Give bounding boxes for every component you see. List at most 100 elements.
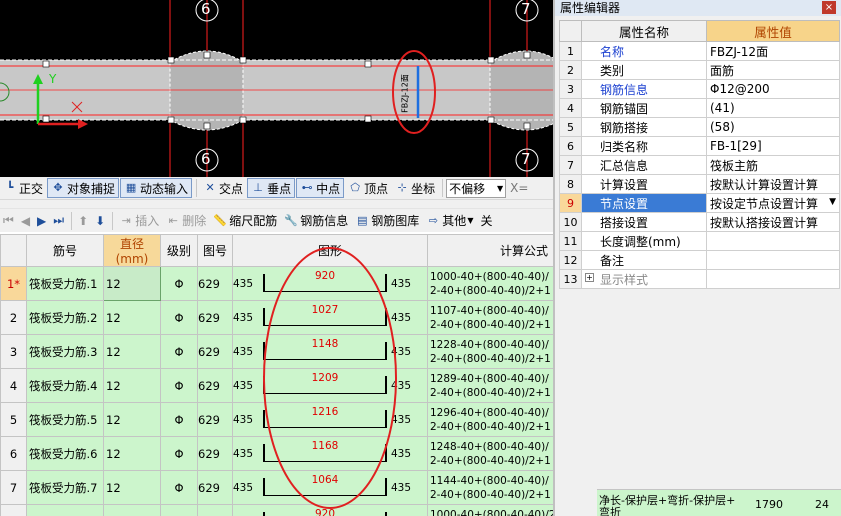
property-row[interactable]: 4 钢筋锚固 (41) (559, 98, 840, 118)
ortho-button[interactable]: ┗ 正交 (0, 178, 46, 198)
figure-number-cell[interactable]: 629 (197, 504, 233, 516)
formula-cell[interactable]: 1144-40+(800-40-40)/2-40+(800-40-40)/2+1 (427, 470, 560, 505)
grade-cell[interactable]: Φ (160, 436, 198, 471)
bar-name-cell[interactable]: 筏板受力筋.7 (26, 470, 104, 505)
property-value-cell[interactable] (706, 250, 840, 270)
bar-name-cell[interactable]: 筏板受力筋.3 (26, 334, 104, 369)
expand-icon[interactable]: + (585, 272, 594, 282)
table-row[interactable]: 8筏板受力筋.812Φ6294359204351000-40+(800-40-4… (0, 504, 560, 516)
row-number[interactable]: 8 (0, 504, 27, 516)
property-row[interactable]: 1 名称 FBZJ-12面 (559, 41, 840, 61)
chevron-down-icon[interactable]: ▼ (829, 197, 836, 207)
property-name-cell[interactable]: 备注 (581, 250, 707, 270)
first-record-icon[interactable]: ⏮ (0, 211, 17, 231)
property-name-cell[interactable]: 钢筋信息 (581, 79, 707, 99)
formula-cell[interactable]: 1000-40+(800-40-40)/2+150/2-40+(800-40-4… (427, 504, 560, 516)
grade-cell[interactable]: Φ (160, 300, 198, 335)
perpendicular-button[interactable]: ⊥ 垂点 (247, 178, 296, 198)
header-formula[interactable]: 计算公式 (427, 234, 560, 267)
property-row[interactable]: 13 + 显示样式 (559, 269, 840, 289)
move-down-icon[interactable]: ⬇ (92, 211, 108, 231)
insert-button[interactable]: ⇥ 插入 (116, 211, 162, 231)
table-row[interactable]: 1* 筏板受力筋.1 12 Φ 629 435 920 435 1000-40+(800-40-… (0, 266, 560, 301)
bar-name-cell[interactable]: 筏板受力筋.2 (26, 300, 104, 335)
property-value-cell[interactable]: FBZJ-12面 (706, 41, 840, 61)
offset-select[interactable]: 不偏移 ▼ (446, 178, 507, 198)
last-record-icon[interactable]: ⏭ (50, 211, 67, 231)
diameter-cell[interactable]: 12 (103, 266, 161, 301)
snap-button[interactable]: ✥ 对象捕捉 (47, 178, 120, 198)
rebar-library-button[interactable]: ▤ 钢筋图库 (352, 211, 422, 231)
figure-number-cell[interactable]: 629 (197, 436, 233, 471)
grade-cell[interactable]: Φ (160, 266, 198, 301)
shape-cell[interactable]: 435 1209 435 (232, 368, 428, 403)
property-row[interactable]: 2 类别 面筋 (559, 60, 840, 80)
header-grade[interactable]: 级别 (160, 234, 198, 267)
bar-name-cell[interactable]: 筏板受力筋.4 (26, 368, 104, 403)
formula-cell[interactable]: 1000-40+(800-40-40)/2-40+(800-40-40)/2+1 (427, 266, 560, 301)
property-row[interactable]: 6 归类名称 FB-1[29] (559, 136, 840, 156)
grade-cell[interactable]: Φ (160, 504, 198, 516)
property-name-cell[interactable]: 钢筋锚固 (581, 98, 707, 118)
property-row[interactable]: 12 备注 (559, 250, 840, 270)
property-value-cell[interactable]: 面筋 (706, 60, 840, 80)
rebar-info-button[interactable]: 🔧 钢筋信息 (281, 211, 351, 231)
row-number[interactable]: 1* (0, 266, 27, 301)
figure-number-cell[interactable]: 629 (197, 470, 233, 505)
grade-cell[interactable]: Φ (160, 470, 198, 505)
property-row[interactable]: 3 钢筋信息 Φ12@200 (559, 79, 840, 99)
property-name-cell[interactable]: 长度调整(mm) (581, 231, 707, 251)
bar-name-cell[interactable]: 筏板受力筋.6 (26, 436, 104, 471)
property-row[interactable]: 9 节点设置 按设定节点设置计算 ▼ (559, 193, 840, 213)
row-number[interactable]: 3 (0, 334, 27, 369)
property-name-cell[interactable]: 类别 (581, 60, 707, 80)
figure-number-cell[interactable]: 629 (197, 334, 233, 369)
formula-cell[interactable]: 1228-40+(800-40-40)/2-40+(800-40-40)/2+1 (427, 334, 560, 369)
diameter-cell[interactable]: 12 (103, 436, 161, 471)
dynamic-input-button[interactable]: ▦ 动态输入 (120, 178, 193, 198)
grade-cell[interactable]: Φ (160, 402, 198, 437)
other-menu-button[interactable]: ⇨ 其他 ▼ (423, 211, 476, 231)
diameter-cell[interactable]: 12 (103, 402, 161, 437)
table-row[interactable]: 3 筏板受力筋.3 12 Φ 629 435 1148 435 1228-40+(800-40-… (0, 334, 560, 369)
property-value-cell[interactable]: 筏板主筋 (706, 155, 840, 175)
grade-cell[interactable]: Φ (160, 368, 198, 403)
figure-number-cell[interactable]: 629 (197, 266, 233, 301)
shape-cell[interactable]: 435 1168 435 (232, 436, 428, 471)
table-row[interactable]: 5 筏板受力筋.5 12 Φ 629 435 1216 435 1296-40+(800-40-… (0, 402, 560, 437)
delete-button[interactable]: ⇤ 删除 (163, 211, 209, 231)
move-up-icon[interactable]: ⬆ (75, 211, 91, 231)
row-number[interactable]: 6 (0, 436, 27, 471)
table-row[interactable]: 7 筏板受力筋.7 12 Φ 629 435 1064 435 1144-40+(800-40-… (0, 470, 560, 505)
diameter-cell[interactable]: 12 (103, 300, 161, 335)
row-number[interactable]: 5 (0, 402, 27, 437)
bar-name-cell[interactable]: 筏板受力筋.5 (26, 402, 104, 437)
property-value-cell[interactable]: (41) (706, 98, 840, 118)
table-row[interactable]: 2 筏板受力筋.2 12 Φ 629 435 1027 435 1107-40+(800-40-… (0, 300, 560, 335)
property-value-cell[interactable]: 按默认计算设置计算 (706, 174, 840, 194)
close-grid-button[interactable]: 关 (477, 211, 495, 231)
property-value-cell[interactable]: (58) (706, 117, 840, 137)
property-value-cell[interactable]: 按设定节点设置计算 ▼ (706, 193, 840, 213)
property-name-cell[interactable]: 汇总信息 (581, 155, 707, 175)
property-name-cell[interactable]: 计算设置 (581, 174, 707, 194)
property-name-cell[interactable]: 节点设置 (581, 193, 707, 213)
figure-number-cell[interactable]: 629 (197, 402, 233, 437)
shape-cell[interactable]: 435 1148 435 (232, 334, 428, 369)
property-value-cell[interactable] (706, 269, 840, 289)
property-name-cell[interactable]: 名称 (581, 41, 707, 61)
shape-cell[interactable]: 435 1216 435 (232, 402, 428, 437)
property-row[interactable]: 11 长度调整(mm) (559, 231, 840, 251)
diameter-cell[interactable]: 12 (103, 368, 161, 403)
prev-record-icon[interactable]: ◀ (18, 211, 33, 231)
next-record-icon[interactable]: ▶ (34, 211, 49, 231)
header-diameter[interactable]: 直径(mm) (103, 234, 161, 267)
intersection-button[interactable]: ✕ 交点 (200, 178, 246, 198)
property-value-cell[interactable] (706, 231, 840, 251)
diameter-cell[interactable]: 12 (103, 470, 161, 505)
bar-name-cell[interactable]: 筏板受力筋.8 (26, 504, 104, 516)
table-row[interactable]: 6 筏板受力筋.6 12 Φ 629 435 1168 435 1248-40+(800-40-… (0, 436, 560, 471)
table-row[interactable]: 4 筏板受力筋.4 12 Φ 629 435 1209 435 1289-40+(800-40-… (0, 368, 560, 403)
scale-rebar-button[interactable]: 📏 缩尺配筋 (210, 211, 280, 231)
diameter-cell[interactable]: 12 (103, 334, 161, 369)
